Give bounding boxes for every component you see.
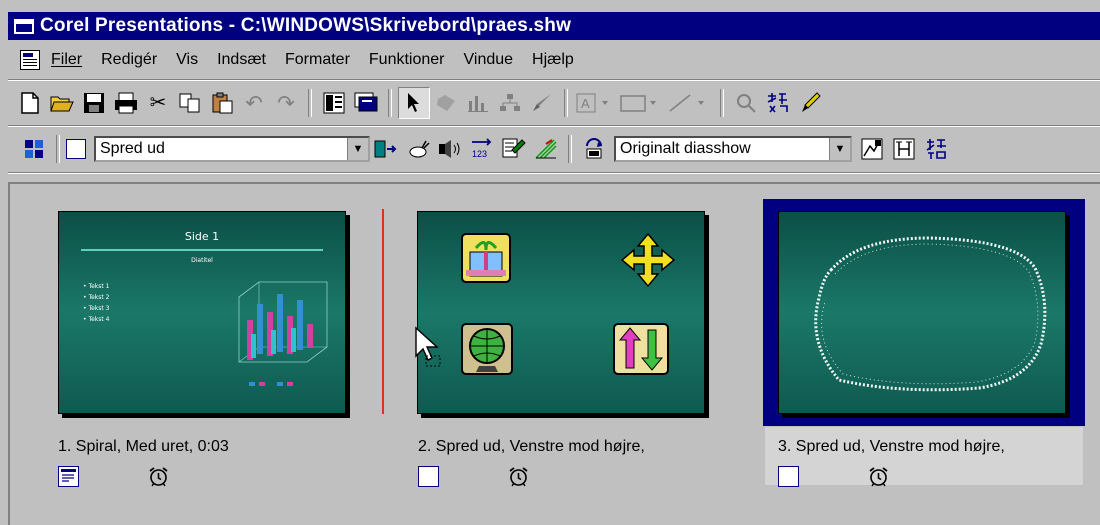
slide-1-bullet: • Tekst 3 — [83, 305, 110, 312]
toolbar-separator — [564, 89, 568, 117]
chevron-down-icon[interactable]: ▼ — [347, 138, 368, 160]
slide-list-icon[interactable] — [318, 87, 350, 119]
chart-icon[interactable] — [462, 87, 494, 119]
slide-sorter-view-icon[interactable] — [18, 133, 50, 165]
transition-preview-icon[interactable] — [66, 139, 86, 159]
insertion-marker — [382, 209, 384, 414]
slide-1-bullet: • Tekst 1 — [83, 283, 110, 290]
timer-alarm-icon[interactable] — [868, 466, 889, 487]
menu-funktioner[interactable]: Funktioner — [366, 49, 448, 71]
display-sequence-icon[interactable]: 123 — [466, 133, 498, 165]
white-square-icon[interactable] — [778, 466, 799, 487]
menu-formater[interactable]: Formater — [282, 49, 353, 71]
undo-icon[interactable]: ↶ — [238, 87, 270, 119]
rectangle-tool-icon[interactable] — [618, 87, 666, 119]
copy-icon[interactable] — [174, 87, 206, 119]
highlighter-pen-icon[interactable] — [794, 87, 826, 119]
transition-direction-icon[interactable] — [370, 133, 402, 165]
slide-1-bullet: • Tekst 2 — [83, 294, 110, 301]
new-icon[interactable] — [14, 87, 46, 119]
slide-2-image[interactable] — [417, 211, 705, 414]
white-square-icon[interactable] — [418, 466, 439, 487]
print-icon[interactable] — [110, 87, 142, 119]
open-icon[interactable] — [46, 87, 78, 119]
slide-1-caption: 1. Spiral, Med uret, 0:03 — [58, 438, 229, 455]
line-tool-icon[interactable] — [666, 87, 714, 119]
text-box-icon[interactable]: A — [574, 87, 618, 119]
select-arrow-icon[interactable] — [398, 87, 430, 119]
background-gallery-icon[interactable] — [530, 133, 562, 165]
slide-show-combo-value: Originalt diasshow — [620, 140, 751, 157]
make-runtime-icon[interactable] — [856, 133, 888, 165]
svg-text:A: A — [581, 96, 590, 111]
speaker-notes-icon[interactable] — [498, 133, 530, 165]
slide-3-image[interactable] — [778, 211, 1066, 414]
slide-1-title: Side 1 — [185, 230, 219, 243]
slide-timing-icon[interactable] — [888, 133, 920, 165]
slide-1-image[interactable]: Side 1 Diatitel • Tekst 1 • Tekst 2 • Te… — [58, 211, 346, 414]
toolbar-bottom-line — [8, 172, 1100, 174]
quickspell-icon[interactable] — [762, 87, 794, 119]
sound-icon[interactable] — [434, 133, 466, 165]
toolbar-separator — [720, 89, 724, 117]
slide-1-subtitle: Diatitel — [191, 257, 213, 264]
save-icon[interactable] — [78, 87, 110, 119]
svg-text:123: 123 — [472, 149, 487, 159]
brush-icon[interactable] — [526, 87, 558, 119]
menu-separator — [8, 79, 1100, 81]
zoom-icon[interactable] — [730, 87, 762, 119]
globe-clipart — [461, 323, 513, 375]
slide-1-3d-chart — [238, 281, 328, 386]
toolbar-separator — [308, 89, 312, 117]
redo-icon[interactable]: ↷ — [270, 87, 302, 119]
org-chart-icon[interactable] — [494, 87, 526, 119]
menu-indsaet[interactable]: Indsæt — [214, 49, 269, 71]
toolbar-separator — [56, 135, 60, 163]
clipart-icon[interactable] — [430, 87, 462, 119]
gift-clipart — [461, 233, 511, 283]
menu-vindue[interactable]: Vindue — [461, 49, 517, 71]
play-show-icon[interactable] — [578, 133, 610, 165]
app-window-icon[interactable] — [14, 18, 34, 34]
menu-bar: Filer Redigér Vis Indsæt Formater Funkti… — [8, 43, 1100, 77]
title-bar[interactable]: Corel Presentations - C:\WINDOWS\Skriveb… — [8, 12, 1100, 40]
master-gallery-icon[interactable] — [350, 87, 382, 119]
menu-filer[interactable]: Filer — [48, 49, 85, 71]
transition-combo[interactable]: Spred ud ▼ — [94, 136, 370, 162]
drag-cursor-icon — [414, 326, 444, 373]
swap-arrows-clipart — [613, 323, 669, 375]
slide-2-caption: 2. Spred ud, Venstre mod højre, — [418, 438, 645, 455]
toolbar-separator — [568, 135, 572, 163]
move-arrows-clipart — [620, 232, 676, 288]
slide-properties-icon[interactable] — [58, 466, 79, 487]
menu-rediger[interactable]: Redigér — [98, 49, 160, 71]
selected-caption-area — [765, 427, 1083, 485]
slide-show-combo[interactable]: Originalt diasshow ▼ — [614, 136, 852, 162]
document-system-menu-icon[interactable] — [20, 50, 40, 70]
menu-vis[interactable]: Vis — [173, 49, 201, 71]
toolbar-separator — [388, 89, 392, 117]
proof-icon[interactable] — [920, 133, 952, 165]
slide-sorter: Side 1 Diatitel • Tekst 1 • Tekst 2 • Te… — [8, 182, 1100, 525]
timer-alarm-icon[interactable] — [508, 466, 529, 487]
menu-hjaelp[interactable]: Hjælp — [529, 49, 577, 71]
transition-combo-value: Spred ud — [100, 140, 165, 157]
cut-icon[interactable]: ✂ — [142, 87, 174, 119]
toolbar-separator-line — [8, 125, 1100, 127]
slide-show-toolbar: Spred ud ▼ 123 Originalt diasshow ▼ — [8, 129, 1100, 169]
paste-icon[interactable] — [206, 87, 238, 119]
timer-alarm-icon[interactable] — [148, 466, 169, 487]
text-along-path-art — [814, 236, 1047, 392]
main-toolbar: ✂ ↶ ↷ A — [8, 83, 1100, 123]
slide-1-bullet: • Tekst 4 — [83, 316, 110, 323]
speed-rabbit-icon[interactable] — [402, 133, 434, 165]
window-title: Corel Presentations - C:\WINDOWS\Skriveb… — [40, 15, 572, 36]
slide-3-caption: 3. Spred ud, Venstre mod højre, — [778, 438, 1005, 455]
chevron-down-icon[interactable]: ▼ — [829, 138, 850, 160]
